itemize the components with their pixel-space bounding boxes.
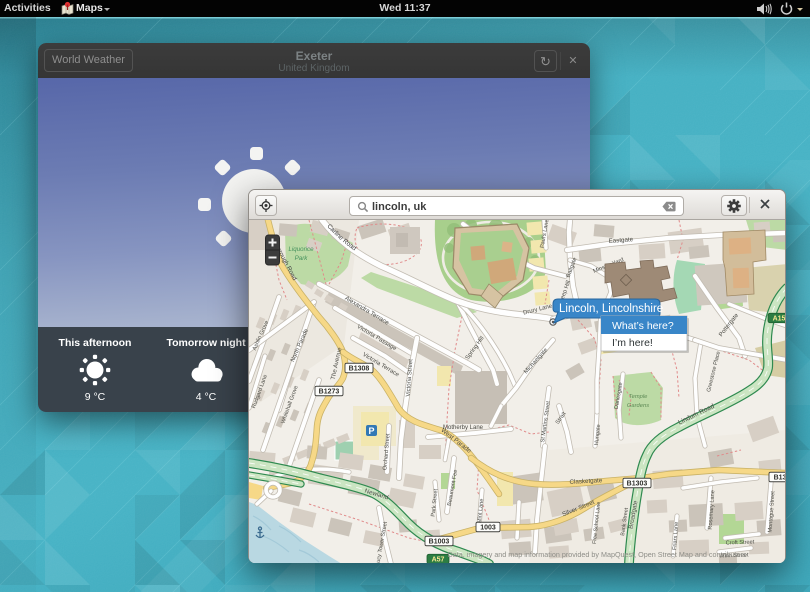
svg-text:I’m here!: I’m here! [612,337,653,349]
svg-text:B1308: B1308 [349,366,370,373]
svg-text:Gardens: Gardens [627,403,649,409]
svg-text:B13: B13 [774,475,785,482]
svg-text:Park: Park [295,255,309,262]
svg-text:P: P [368,426,374,436]
svg-text:1003: 1003 [480,525,496,532]
svg-text:Temple: Temple [629,394,649,400]
svg-text:What’s here?: What’s here? [612,320,674,332]
svg-text:Lincoln, Lincolnshire: Lincoln, Lincolnshire [559,303,663,315]
svg-text:Data, imagery and map informat: Data, imagery and map information provid… [448,550,747,559]
svg-text:A15: A15 [773,316,785,323]
svg-text:B1273: B1273 [319,389,340,396]
svg-text:Croft Street: Croft Street [726,539,755,546]
svg-text:A57: A57 [432,557,445,563]
svg-text:B1003: B1003 [429,539,450,546]
svg-text:B1303: B1303 [627,481,648,488]
svg-text:Liquorice: Liquorice [288,246,314,253]
